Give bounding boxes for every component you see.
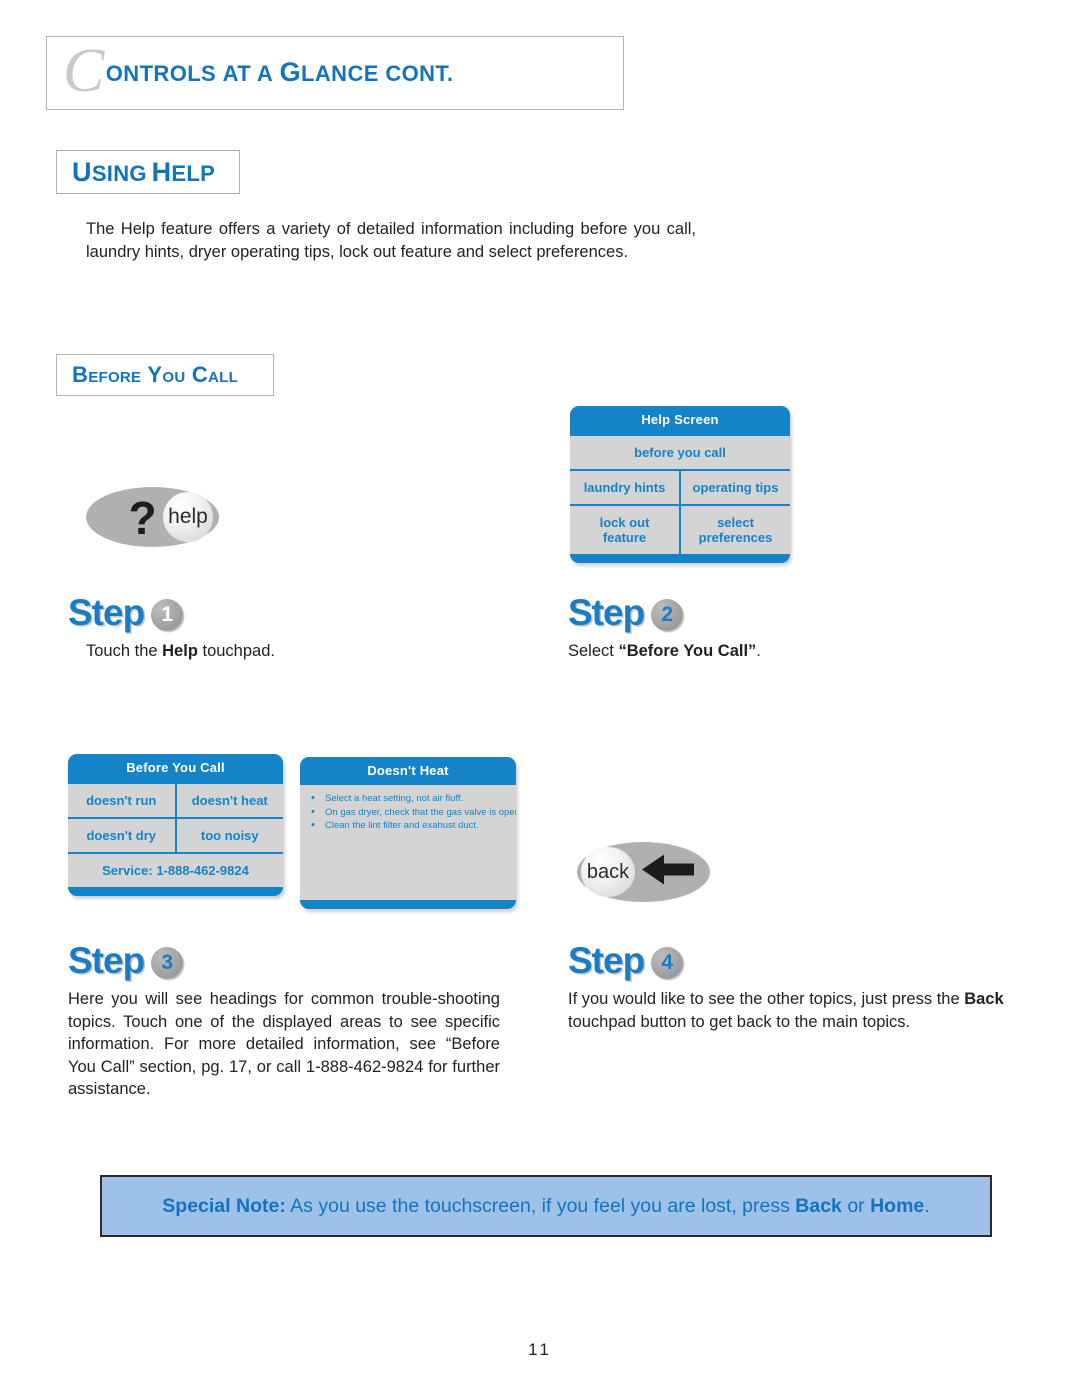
special-note-back: Back <box>795 1194 842 1217</box>
screen-bottom-bar <box>570 554 790 563</box>
page-title-dropcap: C <box>63 36 105 105</box>
left-arrow-icon <box>642 853 694 892</box>
help-touchpad-label: help <box>163 492 213 542</box>
before-you-call-screen-graphic: Before You Call doesn't run doesn't heat… <box>68 754 283 896</box>
using-help-paragraph: The Help feature offers a variety of det… <box>86 220 696 261</box>
back-touchpad-label: back <box>581 847 635 897</box>
special-note-home: Home <box>870 1194 925 1217</box>
before-you-call-screen-header: Before You Call <box>68 754 283 782</box>
doesnt-heat-screen-header: Doesn't Heat <box>300 757 516 785</box>
help-screen-row-3: lock out feature select preferences <box>570 504 790 554</box>
step-4-paragraph-before: If you would like to see the other topic… <box>568 990 965 1008</box>
back-touchpad-button[interactable]: back <box>577 842 710 902</box>
step-4-paragraph-bold: Back <box>964 990 1004 1008</box>
step-2-word: Step <box>568 592 645 633</box>
step-2-heading: Step 2 <box>568 592 684 634</box>
help-touchpad-button[interactable]: ? help <box>86 487 219 547</box>
page-title-part-g: G <box>279 56 302 87</box>
before-you-call-row-2: doesn't dry too noisy <box>68 817 283 852</box>
doesnt-heat-screen-graphic: Doesn't Heat Select a heat setting, not … <box>300 757 516 909</box>
special-note-text-3: . <box>924 1194 930 1217</box>
list-item: Clean the lint filter and exahust duct. <box>309 819 509 833</box>
help-screen-header: Help Screen <box>570 406 790 434</box>
section-heading-using-help: USING HELP <box>56 150 240 194</box>
step-1-caption: Touch the Help touchpad. <box>86 640 506 663</box>
help-screen-graphic: Help Screen before you call laundry hint… <box>570 406 790 563</box>
step-2-caption: Select “Before You Call”. <box>568 640 988 663</box>
select-preferences-line-1: select <box>717 515 754 530</box>
section-heading-label: Before You Call <box>72 362 239 387</box>
special-note-text-2: or <box>841 1194 871 1217</box>
special-note-text-1: As you use the touchscreen, if you feel … <box>285 1194 796 1217</box>
list-item: Select a heat setting, not air fluff. <box>309 792 509 806</box>
step-1-number: 1 <box>151 599 184 631</box>
screen-button-lock-out-feature[interactable]: lock out feature <box>570 506 679 554</box>
help-screen-row-1: before you call <box>570 434 790 469</box>
screen-button-laundry-hints[interactable]: laundry hints <box>570 471 679 504</box>
list-item: On gas dryer, check that the gas valve i… <box>309 806 516 820</box>
step-4-paragraph-after: touchpad button to get back to the main … <box>568 1012 911 1031</box>
doesnt-heat-screen-body: Select a heat setting, not air fluff. On… <box>300 785 516 909</box>
step-3-paragraph: Here you will see headings for common tr… <box>68 990 500 1098</box>
step-4-number: 4 <box>651 947 684 979</box>
screen-bottom-bar <box>300 900 516 909</box>
page-title-part-2: AT A <box>222 60 274 86</box>
page-title-part-1: ONTROLS <box>105 60 217 86</box>
screen-button-operating-tips[interactable]: operating tips <box>679 471 790 504</box>
help-screen-row-2: laundry hints operating tips <box>570 469 790 504</box>
section-heading-label: USING HELP <box>72 156 216 187</box>
step-3-word: Step <box>68 940 145 981</box>
screen-button-doesnt-dry[interactable]: doesn't dry <box>68 819 175 852</box>
screen-button-before-you-call[interactable]: before you call <box>570 436 790 469</box>
step-4-heading: Step 4 <box>568 940 684 982</box>
step-3-heading: Step 3 <box>68 940 184 982</box>
page-title-box: CONTROLS AT A GLANCE CONT. <box>46 36 624 110</box>
step-4-word: Step <box>568 940 645 981</box>
page-title-part-3: LANCE CONT. <box>301 60 454 86</box>
select-preferences-line-2: preferences <box>698 530 773 545</box>
step-4-paragraph: If you would like to see the other topic… <box>568 988 1018 1033</box>
doesnt-heat-bullet-list: Select a heat setting, not air fluff. On… <box>300 785 516 833</box>
lock-out-line-1: lock out <box>599 515 650 530</box>
step-1-caption-before: Touch the <box>86 642 163 660</box>
screen-button-too-noisy[interactable]: too noisy <box>174 819 283 852</box>
screen-button-doesnt-run[interactable]: doesn't run <box>68 784 175 817</box>
step-1-heading: Step 1 <box>68 592 184 634</box>
step-2-caption-before: Select <box>568 642 619 660</box>
section-heading-before-you-call: Before You Call <box>56 354 274 396</box>
screen-service-phone-number: Service: 1-888-462-9824 <box>68 854 283 887</box>
step-2-caption-after: . <box>756 642 761 660</box>
step-2-caption-bold: “Before You Call” <box>618 642 757 660</box>
question-mark-icon: ? <box>128 492 157 544</box>
screen-bottom-bar <box>68 887 283 896</box>
screen-button-select-preferences[interactable]: select preferences <box>679 506 790 554</box>
special-note-box: Special Note: As you use the touchscreen… <box>100 1175 992 1237</box>
special-note-label: Special Note: <box>162 1194 286 1217</box>
before-you-call-row-3: Service: 1-888-462-9824 <box>68 852 283 887</box>
screen-button-doesnt-heat[interactable]: doesn't heat <box>174 784 283 817</box>
lock-out-line-2: feature <box>602 530 647 545</box>
step-1-caption-after: touchpad. <box>197 642 275 660</box>
before-you-call-row-1: doesn't run doesn't heat <box>68 782 283 817</box>
step-1-caption-bold: Help <box>162 642 198 660</box>
step-1-word: Step <box>68 592 145 633</box>
page-number: 11 <box>528 1340 552 1359</box>
step-3-number: 3 <box>151 947 184 979</box>
special-note-text: Special Note: As you use the touchscreen… <box>162 1195 929 1218</box>
step-2-number: 2 <box>651 599 684 631</box>
page-title: CONTROLS AT A GLANCE CONT. <box>63 40 454 102</box>
